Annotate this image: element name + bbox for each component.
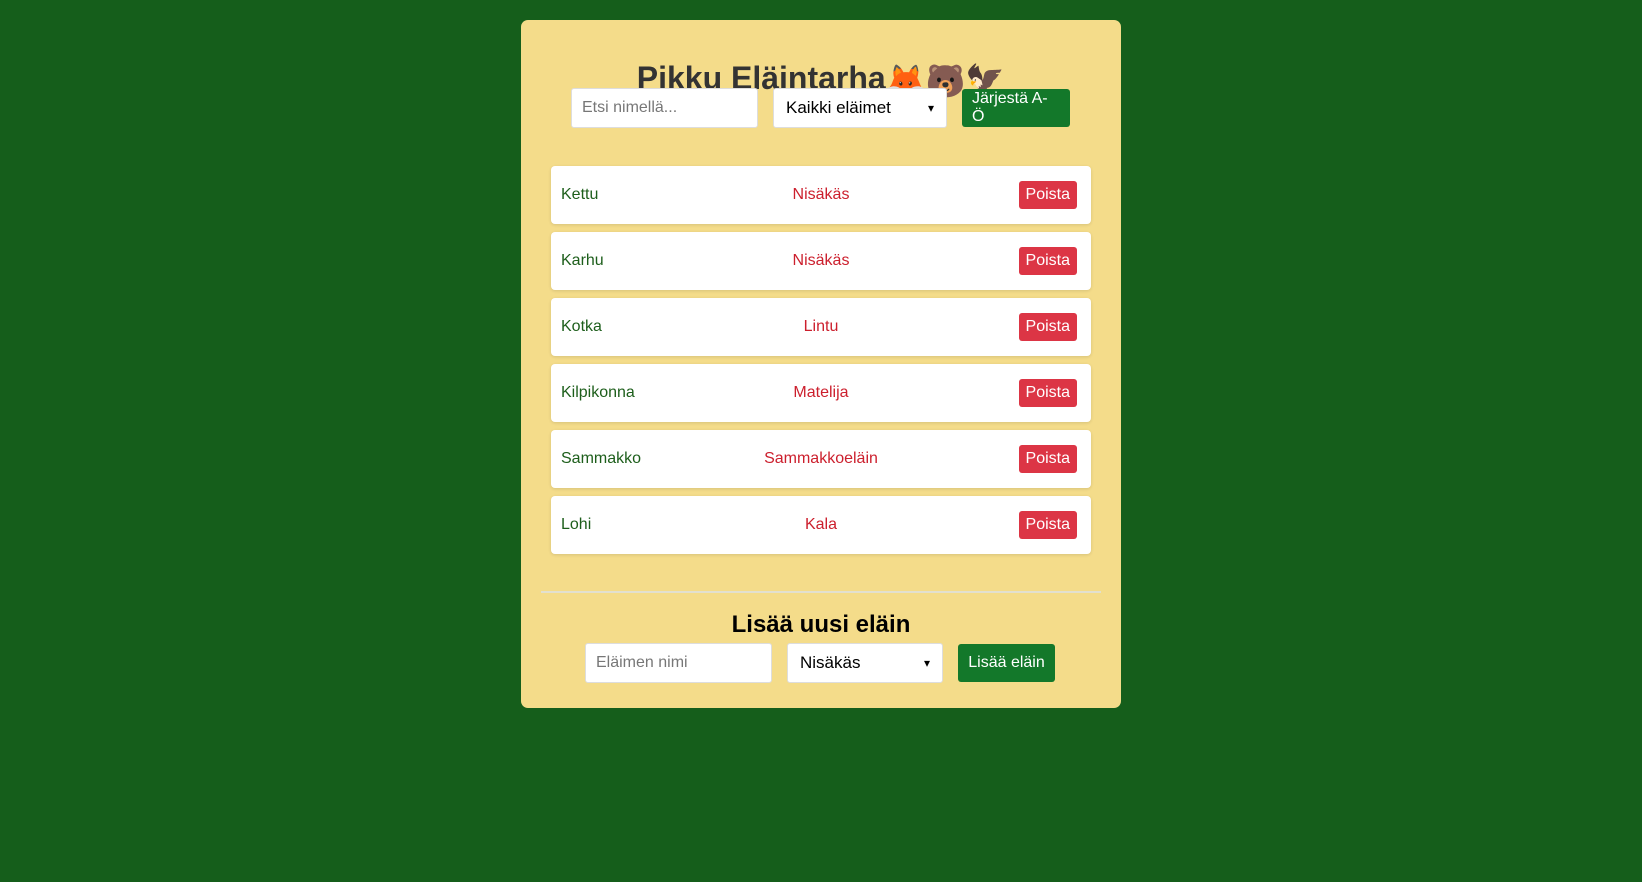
animal-name: Sammakko [561,450,642,467]
list-item: Lohi Kala Poista [551,496,1091,554]
list-item: Kotka Lintu Poista [551,298,1091,356]
remove-button[interactable]: Poista [1018,379,1077,407]
search-input[interactable] [571,88,758,128]
animal-type: Nisäkäs [792,186,850,203]
toolbar: Kaikki eläimet ▾ Järjestä A-Ö [521,88,1121,128]
animal-name: Lohi [561,516,592,533]
animal-type: Kala [804,516,838,533]
sort-button[interactable]: Järjestä A-Ö [962,89,1070,127]
list-item: Sammakko Sammakkoeläin Poista [551,430,1091,488]
remove-button[interactable]: Poista [1018,181,1077,209]
add-animal-button[interactable]: Lisää eläin [958,644,1055,682]
remove-button[interactable]: Poista [1018,313,1077,341]
animal-name-input[interactable] [585,643,772,683]
chevron-down-icon: ▾ [927,101,934,115]
animal-filter-select[interactable]: Kaikki eläimet ▾ [773,88,947,128]
animal-type: Nisäkäs [792,252,850,269]
list-item: Kilpikonna Matelija Poista [551,364,1091,422]
animal-name: Kilpikonna [561,384,635,401]
animal-type: Lintu [803,318,839,335]
chevron-down-icon: ▾ [923,656,930,670]
section-divider [541,591,1101,593]
animal-type-selected: Nisäkäs [800,653,861,672]
animal-name: Kettu [561,186,599,203]
add-animal-form: Nisäkäs ▾ Lisää eläin [521,643,1121,683]
list-item: Karhu Nisäkäs Poista [551,232,1091,290]
list-item: Kettu Nisäkäs Poista [551,166,1091,224]
zoo-card: Pikku Eläintarha🦊🐻🦅 Kaikki eläimet ▾ Jär… [521,20,1121,708]
animal-name: Kotka [561,318,602,335]
animal-type-select[interactable]: Nisäkäs ▾ [787,643,943,683]
remove-button[interactable]: Poista [1018,511,1077,539]
animal-name: Karhu [561,252,604,269]
remove-button[interactable]: Poista [1018,445,1077,473]
add-form-title: Lisää uusi eläin [731,611,911,638]
remove-button[interactable]: Poista [1018,247,1077,275]
animal-filter-selected: Kaikki eläimet [786,98,891,117]
animal-list: Kettu Nisäkäs Poista Karhu Nisäkäs Poist… [551,166,1091,562]
